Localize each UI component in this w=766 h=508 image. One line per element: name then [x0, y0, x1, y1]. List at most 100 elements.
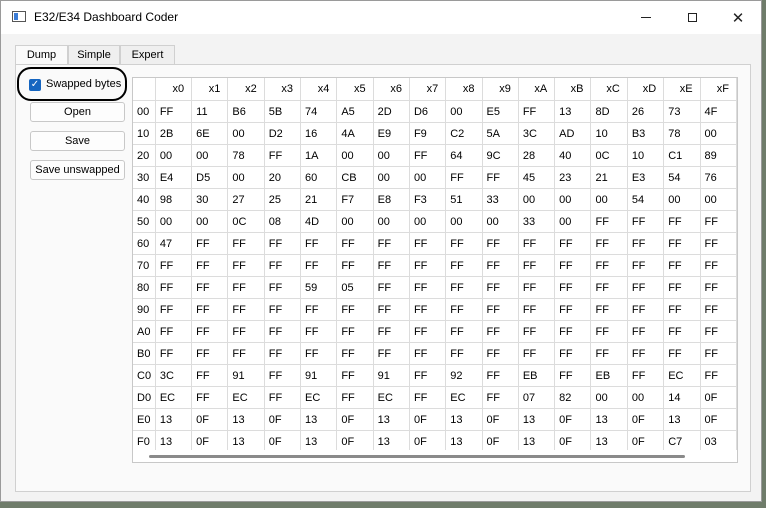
hex-cell[interactable]: AD: [554, 122, 592, 145]
hex-cell[interactable]: 07: [518, 386, 556, 409]
hex-cell[interactable]: FF: [155, 276, 193, 299]
hex-cell[interactable]: 00: [482, 210, 519, 233]
hex-cell[interactable]: FF: [264, 364, 302, 387]
hex-cell[interactable]: 00: [409, 166, 447, 189]
hex-cell[interactable]: 54: [627, 188, 665, 211]
row-header[interactable]: D0: [133, 386, 156, 409]
hex-cell[interactable]: FF: [590, 342, 628, 365]
hex-cell[interactable]: FF: [264, 298, 302, 321]
hex-cell[interactable]: 00: [445, 210, 483, 233]
hex-cell[interactable]: FF: [227, 320, 265, 343]
hex-cell[interactable]: FF: [300, 320, 338, 343]
row-header[interactable]: B0: [133, 342, 156, 365]
hex-cell[interactable]: EC: [445, 386, 483, 409]
hex-cell[interactable]: FF: [445, 254, 483, 277]
hex-cell[interactable]: E9: [373, 122, 410, 145]
hex-cell[interactable]: FF: [155, 342, 193, 365]
hex-cell[interactable]: FF: [482, 342, 519, 365]
hex-cell[interactable]: FF: [482, 364, 519, 387]
hex-grid[interactable]: x0 x1 x2 x3 x4 x5 x6 x7 x8 x9 xA xB xC xD xE xF 00 FF 11 B…: [132, 77, 738, 463]
hex-cell[interactable]: FF: [700, 210, 737, 233]
hex-cell[interactable]: FF: [482, 232, 519, 255]
hex-cell[interactable]: FF: [373, 254, 410, 277]
hex-cell[interactable]: FF: [409, 364, 447, 387]
hex-cell[interactable]: 0F: [336, 408, 374, 431]
hex-cell[interactable]: 25: [264, 188, 302, 211]
hex-cell[interactable]: 47: [155, 232, 193, 255]
hex-cell[interactable]: 13: [227, 408, 265, 431]
hex-cell[interactable]: FF: [518, 342, 556, 365]
hex-cell[interactable]: FF: [155, 100, 193, 123]
hex-cell[interactable]: FF: [627, 210, 665, 233]
hex-cell[interactable]: 2D: [373, 100, 410, 123]
hex-cell[interactable]: EC: [663, 364, 701, 387]
hex-cell[interactable]: FF: [590, 210, 628, 233]
column-header[interactable]: x1: [191, 78, 229, 101]
hex-cell[interactable]: FF: [227, 232, 265, 255]
tab-simple[interactable]: Simple: [68, 45, 120, 65]
hex-cell[interactable]: FF: [191, 232, 229, 255]
hex-cell[interactable]: FF: [409, 232, 447, 255]
hex-cell[interactable]: EB: [590, 364, 628, 387]
hex-cell[interactable]: FF: [554, 364, 592, 387]
minimize-button[interactable]: [623, 1, 669, 34]
hex-cell[interactable]: 00: [554, 210, 592, 233]
hex-cell[interactable]: FF: [700, 276, 737, 299]
row-header[interactable]: 00: [133, 100, 156, 123]
hex-cell[interactable]: FF: [445, 342, 483, 365]
hex-cell[interactable]: E5: [482, 100, 519, 123]
hex-cell[interactable]: F3: [409, 188, 447, 211]
hex-cell[interactable]: 00: [700, 122, 737, 145]
hex-cell[interactable]: FF: [482, 386, 519, 409]
hex-cell[interactable]: 13: [445, 408, 483, 431]
hex-cell[interactable]: 0C: [227, 210, 265, 233]
column-header[interactable]: xB: [554, 78, 592, 101]
row-header[interactable]: 60: [133, 232, 156, 255]
hex-cell[interactable]: FF: [590, 276, 628, 299]
swapped-bytes-checkbox[interactable]: ✓ Swapped bytes: [17, 67, 127, 101]
hex-cell[interactable]: C1: [663, 144, 701, 167]
hex-cell[interactable]: FF: [663, 342, 701, 365]
hex-cell[interactable]: 13: [590, 408, 628, 431]
hex-cell[interactable]: 00: [373, 210, 410, 233]
hex-cell[interactable]: FF: [300, 232, 338, 255]
hex-cell[interactable]: 00: [227, 122, 265, 145]
hex-cell[interactable]: 78: [663, 122, 701, 145]
hex-cell[interactable]: FF: [590, 298, 628, 321]
hex-cell[interactable]: FF: [409, 276, 447, 299]
grid-corner[interactable]: [133, 78, 156, 101]
hex-cell[interactable]: EB: [518, 364, 556, 387]
hex-cell[interactable]: 27: [227, 188, 265, 211]
hex-cell[interactable]: FF: [155, 320, 193, 343]
hex-cell[interactable]: FF: [482, 276, 519, 299]
row-header[interactable]: 40: [133, 188, 156, 211]
column-header[interactable]: x4: [300, 78, 338, 101]
hex-cell[interactable]: 16: [300, 122, 338, 145]
column-header[interactable]: x9: [482, 78, 519, 101]
hex-cell[interactable]: FF: [409, 298, 447, 321]
hex-cell[interactable]: 0F: [191, 408, 229, 431]
hex-cell[interactable]: FF: [627, 254, 665, 277]
hex-cell[interactable]: FF: [554, 320, 592, 343]
hex-cell[interactable]: 51: [445, 188, 483, 211]
hex-cell[interactable]: FF: [445, 298, 483, 321]
hex-cell[interactable]: FF: [227, 342, 265, 365]
hex-cell[interactable]: 00: [336, 144, 374, 167]
hex-cell[interactable]: 00: [155, 144, 193, 167]
tab-expert[interactable]: Expert: [120, 45, 175, 65]
hex-cell[interactable]: FF: [700, 364, 737, 387]
hex-cell[interactable]: FF: [264, 232, 302, 255]
hex-cell[interactable]: FF: [336, 232, 374, 255]
hex-cell[interactable]: 0F: [700, 408, 737, 431]
hex-cell[interactable]: FF: [518, 232, 556, 255]
column-header[interactable]: x5: [336, 78, 374, 101]
hex-cell[interactable]: 3C: [155, 364, 193, 387]
hex-cell[interactable]: FF: [518, 100, 556, 123]
row-header[interactable]: 30: [133, 166, 156, 189]
hex-cell[interactable]: FF: [300, 254, 338, 277]
row-header[interactable]: C0: [133, 364, 156, 387]
scrollbar-thumb[interactable]: [149, 455, 685, 458]
hex-cell[interactable]: FF: [191, 276, 229, 299]
hex-cell[interactable]: FF: [590, 254, 628, 277]
column-header[interactable]: xF: [700, 78, 737, 101]
